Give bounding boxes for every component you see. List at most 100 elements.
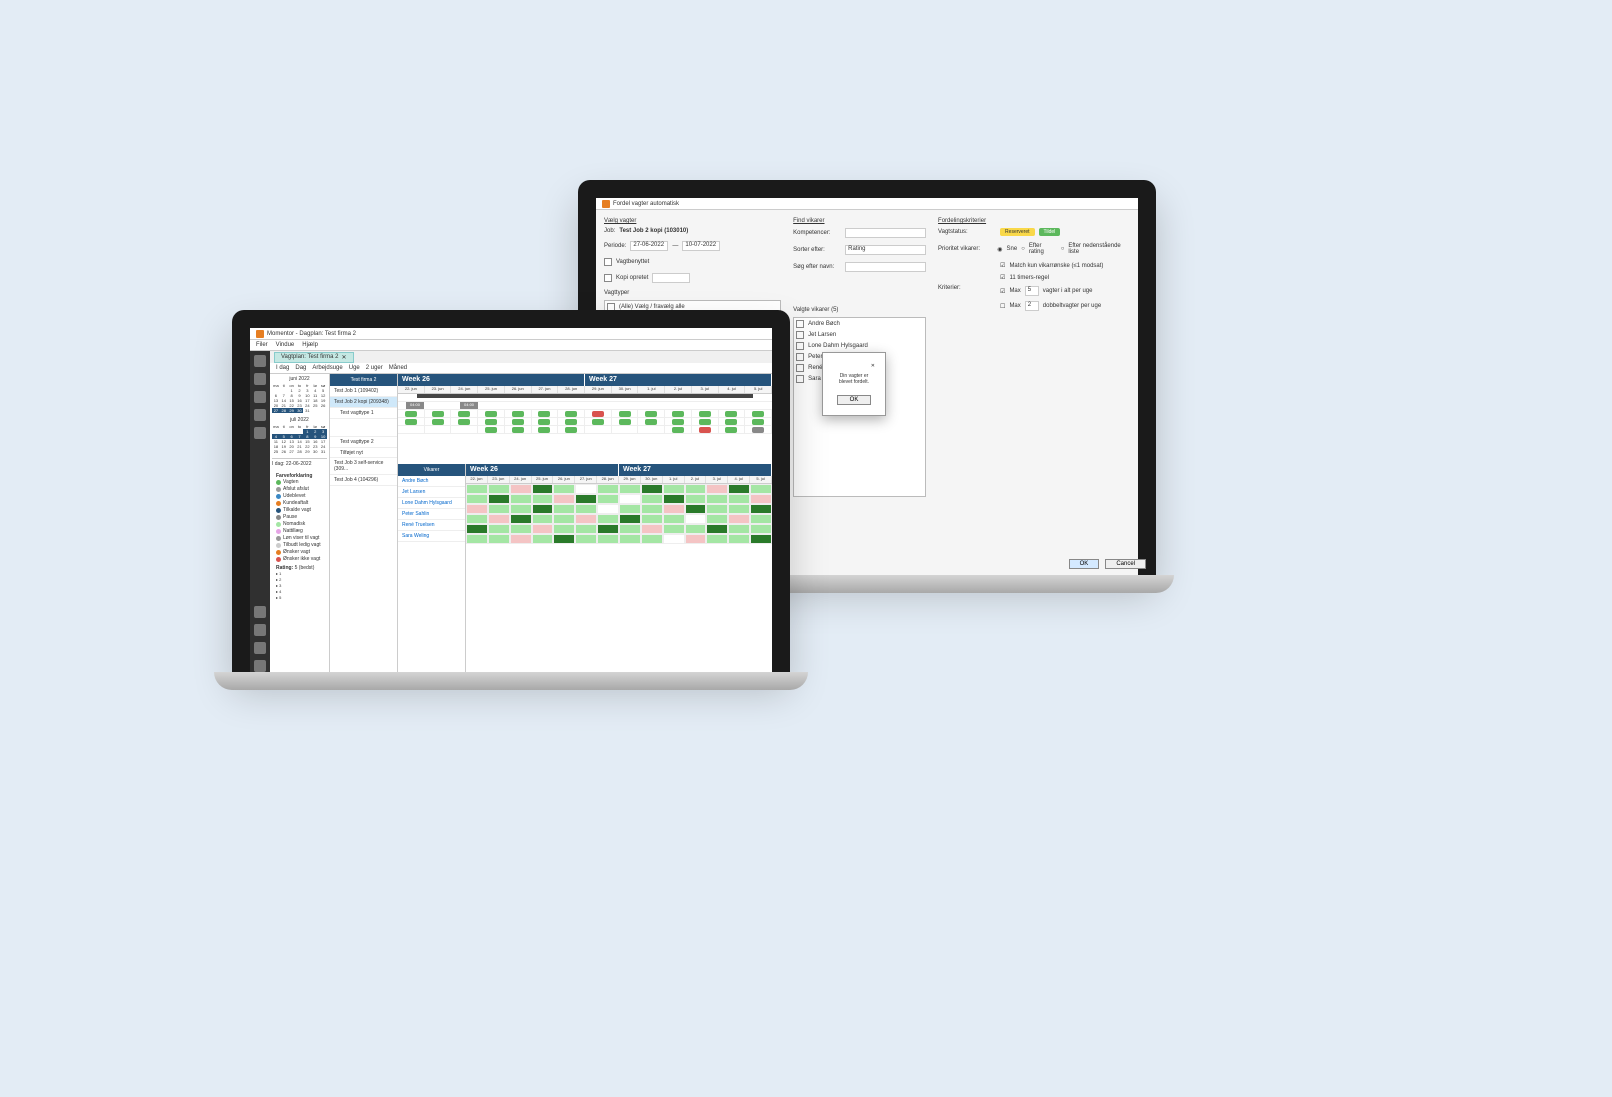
schedule-cell[interactable] [597, 504, 619, 514]
schedule-cell[interactable] [619, 504, 641, 514]
rail-icon-target[interactable] [254, 391, 266, 403]
rail-icon-search[interactable] [254, 624, 266, 636]
vikar-item[interactable]: Peter Sahlin [398, 509, 465, 520]
vikar-item[interactable]: Andre Bøch [398, 476, 465, 487]
close-icon[interactable]: ✕ [341, 354, 346, 361]
schedule-cell[interactable] [575, 504, 597, 514]
shift-chip[interactable] [405, 419, 417, 425]
schedule-cell[interactable] [663, 524, 685, 534]
schedule-cell[interactable] [685, 514, 707, 524]
schedule-cell[interactable] [532, 534, 554, 544]
schedule-cell[interactable] [466, 504, 488, 514]
schedule-cell[interactable] [663, 514, 685, 524]
schedule-cell[interactable] [553, 524, 575, 534]
radio-rating[interactable]: ○ [1021, 246, 1025, 252]
shift-chip[interactable] [699, 427, 711, 433]
tree-item[interactable]: Test vagttype 2 [330, 437, 397, 448]
rail-icon-user[interactable] [254, 409, 266, 421]
schedule-cell[interactable] [706, 534, 728, 544]
chk-k3[interactable]: ☑ [1000, 288, 1005, 295]
schedule-cell[interactable] [619, 484, 641, 494]
schedule-cell[interactable] [728, 484, 750, 494]
schedule-cell[interactable] [597, 524, 619, 534]
schedule-cell[interactable] [641, 534, 663, 544]
chk-vagtbenyt[interactable] [604, 258, 612, 266]
schedule-cell[interactable] [553, 504, 575, 514]
status-reserved[interactable]: Reserveret [1000, 228, 1034, 236]
schedule-cell[interactable] [728, 504, 750, 514]
schedule-cell[interactable] [510, 504, 532, 514]
schedule-cell[interactable] [619, 524, 641, 534]
shift-chip[interactable] [619, 419, 631, 425]
sorter-select[interactable]: Rating [845, 245, 926, 255]
rail-icon-info[interactable] [254, 427, 266, 439]
date-to[interactable]: 10-07-2022 [682, 241, 720, 251]
schedule-cell[interactable] [728, 494, 750, 504]
schedule-cell[interactable] [728, 524, 750, 534]
menu-filer[interactable]: Filer [256, 342, 268, 348]
schedule-cell[interactable] [597, 514, 619, 524]
schedule-cell[interactable] [466, 494, 488, 504]
schedule-cell[interactable] [575, 514, 597, 524]
shift-chip[interactable] [699, 411, 711, 417]
schedule-cell[interactable] [750, 534, 772, 544]
shift-chip[interactable] [725, 411, 737, 417]
schedule-cell[interactable] [488, 484, 510, 494]
schedule-cell[interactable] [685, 534, 707, 544]
schedule-cell[interactable] [488, 534, 510, 544]
schedule-cell[interactable] [685, 484, 707, 494]
status-tildel[interactable]: Tildel [1039, 228, 1061, 236]
shift-chip[interactable] [725, 427, 737, 433]
schedule-cell[interactable] [619, 514, 641, 524]
schedule-cell[interactable] [466, 534, 488, 544]
rail-icon-calendar[interactable] [254, 642, 266, 654]
schedule-cell[interactable] [466, 524, 488, 534]
schedule-cell[interactable] [750, 504, 772, 514]
schedule-cell[interactable] [706, 514, 728, 524]
shift-chip[interactable] [485, 411, 497, 417]
tree-item[interactable]: Tilføjet nyt [330, 448, 397, 458]
vikar-item[interactable]: Jet Larsen [398, 487, 465, 498]
schedule-cell[interactable] [466, 514, 488, 524]
schedule-cell[interactable] [750, 514, 772, 524]
shift-chip[interactable] [672, 427, 684, 433]
subtab-maaned[interactable]: Måned [389, 365, 407, 371]
schedule-cell[interactable] [532, 514, 554, 524]
schedule-cell[interactable] [532, 494, 554, 504]
shift-chip[interactable] [619, 411, 631, 417]
tree-item[interactable]: Test Job 1 (109402) [330, 386, 397, 397]
menu-hjaelp[interactable]: Hjælp [302, 342, 318, 348]
shift-chip[interactable] [752, 427, 764, 433]
schedule-cell[interactable] [532, 504, 554, 514]
schedule-cell[interactable] [553, 534, 575, 544]
shift-chip[interactable] [432, 419, 444, 425]
shift-chip[interactable] [592, 411, 604, 417]
schedule-cell[interactable] [663, 534, 685, 544]
schedule-cell[interactable] [728, 514, 750, 524]
radio-sne[interactable]: ◉ [997, 246, 1002, 253]
tree-item[interactable]: Test vagttype 1 [330, 408, 397, 419]
subtab-dag[interactable]: Dag [295, 365, 306, 371]
vikar-item[interactable]: Lone Dahm Hylsgaard [398, 498, 465, 509]
chk-kopi[interactable] [604, 274, 612, 282]
schedule-cell[interactable] [488, 494, 510, 504]
komp-select[interactable] [845, 228, 926, 238]
schedule-cell[interactable] [510, 524, 532, 534]
shift-chip[interactable] [565, 411, 577, 417]
shift-chip[interactable] [645, 419, 657, 425]
kopi-date[interactable] [652, 273, 690, 283]
shift-chip[interactable] [538, 419, 550, 425]
schedule-cell[interactable] [575, 524, 597, 534]
shift-chip[interactable] [565, 419, 577, 425]
schedule-cell[interactable] [510, 494, 532, 504]
schedule-cell[interactable] [466, 484, 488, 494]
rail-icon-camera[interactable] [254, 606, 266, 618]
tree-item[interactable]: Test Job 4 (104296) [330, 475, 397, 486]
schedule-cell[interactable] [488, 524, 510, 534]
ok-button[interactable]: OK [1069, 559, 1100, 569]
close-icon[interactable]: ✕ [833, 363, 875, 369]
schedule-cell[interactable] [597, 534, 619, 544]
tree-item[interactable] [330, 419, 397, 437]
shift-chip[interactable] [752, 419, 764, 425]
schedule-cell[interactable] [728, 534, 750, 544]
